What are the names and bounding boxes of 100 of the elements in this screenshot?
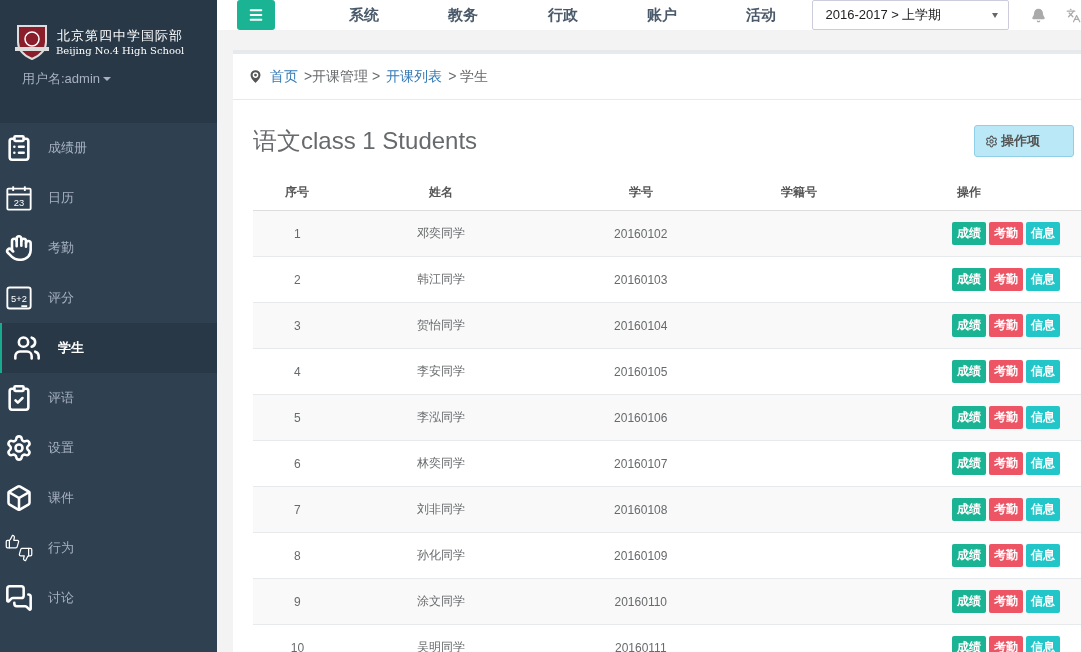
calendar-icon: 23: [5, 184, 33, 212]
caret-icon: [103, 77, 112, 81]
table-cell: 20160102: [540, 210, 741, 257]
table-cell: 20160110: [540, 578, 741, 625]
sidebar-item[interactable]: 行为: [0, 523, 217, 573]
row-action-button[interactable]: 成绩: [952, 268, 986, 291]
page-title: 语文class 1 Students: [253, 126, 478, 156]
row-action-button[interactable]: 考勤: [989, 544, 1023, 567]
table-cell: 20160104: [540, 302, 741, 349]
table-cell: 7: [253, 486, 342, 533]
nav-link[interactable]: 账户: [612, 5, 712, 25]
sidebar-item[interactable]: 考勤: [0, 223, 217, 273]
row-action-button[interactable]: 考勤: [989, 360, 1023, 383]
row-action-button[interactable]: 考勤: [989, 222, 1023, 245]
row-action-button[interactable]: 成绩: [952, 636, 986, 652]
row-action-button[interactable]: 信息: [1026, 590, 1060, 613]
sidebar-item[interactable]: 23 日历: [0, 173, 217, 223]
sidebar-item[interactable]: 课件: [0, 473, 217, 523]
row-action-button[interactable]: 成绩: [952, 544, 986, 567]
table-cell: 孙化同学: [341, 532, 541, 579]
row-action-button[interactable]: 考勤: [989, 452, 1023, 475]
table-cell: 吴明同学: [341, 624, 541, 652]
row-action-button[interactable]: 成绩: [952, 360, 986, 383]
table-cell: 20160107: [540, 440, 741, 487]
row-action-button[interactable]: 考勤: [989, 590, 1023, 613]
user-menu[interactable]: 用户名:admin: [14, 70, 217, 88]
sidebar-item[interactable]: 学生: [0, 323, 217, 373]
row-action-button[interactable]: 信息: [1026, 406, 1060, 429]
table-cell: 20160108: [540, 486, 741, 533]
table-cell: 2: [253, 256, 342, 303]
row-action-button[interactable]: 信息: [1026, 544, 1060, 567]
table-cell: 李安同学: [341, 348, 541, 395]
menu-button[interactable]: [237, 0, 275, 30]
table-cell: 10: [253, 624, 342, 652]
sidebar-item[interactable]: 设置: [0, 423, 217, 473]
clipboard-icon: [5, 134, 33, 162]
chat-icon: [5, 584, 33, 612]
sidebar-item[interactable]: 评语: [0, 373, 217, 423]
sidebar-item[interactable]: 5+2 评分: [0, 273, 217, 323]
table-cell: 20160111: [540, 624, 741, 652]
table-cell: 4: [253, 348, 342, 395]
term-select[interactable]: 2016-2017 > 上学期: [812, 0, 1009, 30]
table-cell: 20160109: [540, 532, 741, 579]
school-emblem-icon: [14, 22, 50, 60]
table-cell: 3: [253, 302, 342, 349]
hand-icon: [5, 234, 33, 262]
breadcrumb-text: >开课管理 >: [304, 67, 381, 86]
notification-icon[interactable]: [1031, 7, 1046, 23]
table-cell: 贺怡同学: [341, 302, 541, 349]
row-action-button[interactable]: 考勤: [989, 498, 1023, 521]
breadcrumb-link[interactable]: 首页: [270, 67, 298, 86]
column-header: 序号: [253, 174, 342, 211]
row-action-button[interactable]: 考勤: [989, 314, 1023, 337]
table-cell: 20160103: [540, 256, 741, 303]
table-cell: 9: [253, 578, 342, 625]
actions-button[interactable]: 操作项: [974, 125, 1074, 157]
nav-link[interactable]: 教务: [413, 5, 514, 25]
row-action-button[interactable]: 成绩: [952, 314, 986, 337]
row-action-button[interactable]: 成绩: [952, 222, 986, 245]
chalkboard-icon: 5+2: [5, 284, 33, 312]
sidebar-item[interactable]: 成绩册: [0, 123, 217, 173]
users-icon: [13, 334, 41, 362]
nav-link[interactable]: 活动: [711, 5, 811, 25]
nav-link[interactable]: 行政: [513, 5, 613, 25]
row-action-button[interactable]: 信息: [1026, 452, 1060, 475]
row-action-button[interactable]: 考勤: [989, 268, 1023, 291]
row-action-button[interactable]: 成绩: [952, 452, 986, 475]
row-action-button[interactable]: 信息: [1026, 222, 1060, 245]
location-pin-icon: [247, 68, 264, 85]
table-cell: 李泓同学: [341, 394, 541, 441]
breadcrumb-text: > 学生: [448, 67, 489, 86]
nav-link[interactable]: 系统: [314, 5, 414, 25]
column-header: 操作: [857, 174, 1081, 211]
language-icon[interactable]: [1066, 7, 1081, 23]
settings-icon: [5, 434, 33, 462]
row-action-button[interactable]: 成绩: [952, 498, 986, 521]
row-action-button[interactable]: 考勤: [989, 406, 1023, 429]
clipboard-check-icon: [5, 384, 33, 412]
row-action-button[interactable]: 信息: [1026, 314, 1060, 337]
menu-icon: [247, 7, 264, 23]
table-cell: 韩江同学: [341, 256, 541, 303]
table-cell: 1: [253, 210, 342, 257]
row-action-button[interactable]: 成绩: [952, 590, 986, 613]
table-cell: 5: [253, 394, 342, 441]
row-action-button[interactable]: 信息: [1026, 636, 1060, 652]
column-header: 学号: [540, 174, 741, 211]
row-action-button[interactable]: 成绩: [952, 406, 986, 429]
row-action-button[interactable]: 信息: [1026, 498, 1060, 521]
breadcrumb-link[interactable]: 开课列表: [386, 67, 443, 86]
row-action-button[interactable]: 信息: [1026, 360, 1060, 383]
school-name: 北京第四中学国际部: [57, 26, 184, 45]
thumbs-icon: [5, 534, 33, 562]
table-cell: 6: [253, 440, 342, 487]
sidebar-item[interactable]: 讨论: [0, 573, 217, 623]
row-action-button[interactable]: 信息: [1026, 268, 1060, 291]
column-header: 学籍号: [740, 174, 857, 211]
table-cell: 林奕同学: [341, 440, 541, 487]
box-icon: [5, 484, 33, 512]
table-cell: 涂文同学: [341, 578, 541, 625]
table-cell: 8: [253, 532, 342, 579]
